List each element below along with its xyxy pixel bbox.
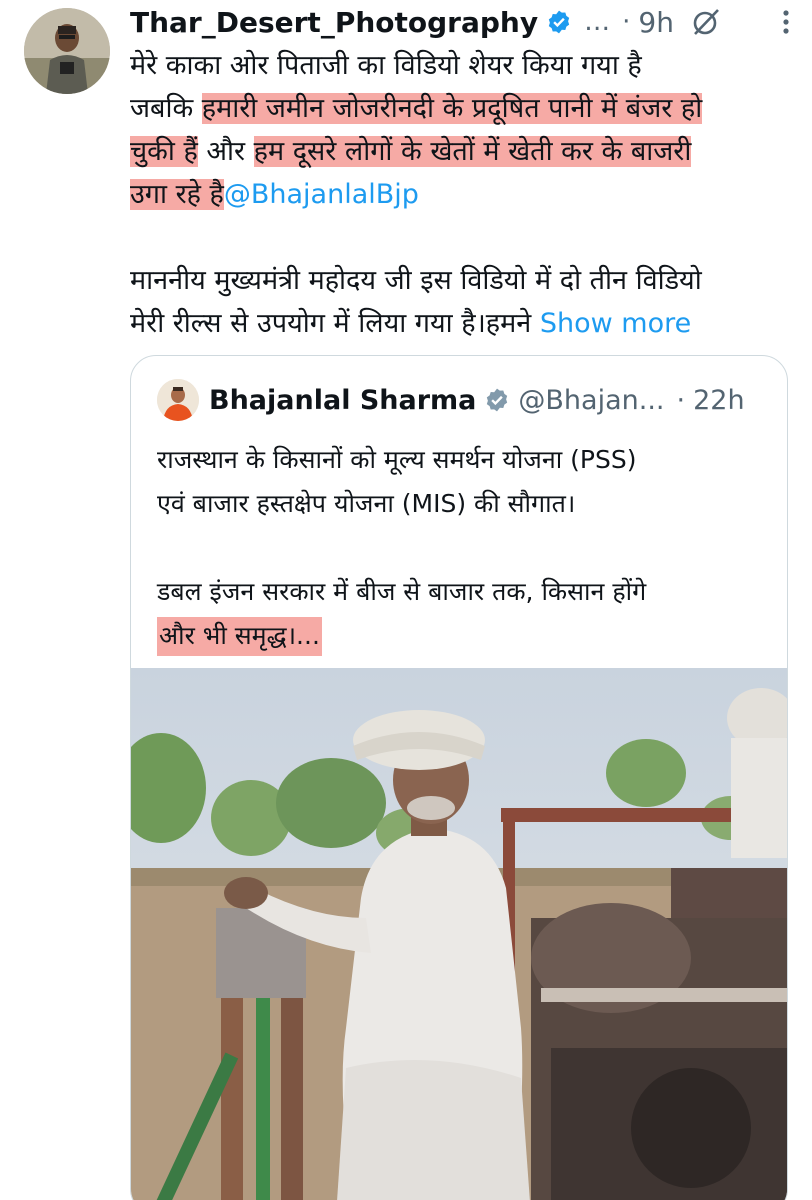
text-segment: मेरी रील्स से उपयोग में लिया गया है।हमने bbox=[130, 308, 540, 339]
meta-separator: · bbox=[676, 384, 686, 416]
tweet-text-line: जबकि हमारी जमीन जोजरीनदी के प्रदूषित पान… bbox=[130, 87, 802, 130]
verified-badge-icon bbox=[548, 10, 570, 34]
tweet-text-line: चुकी हैं और हम दूसरे लोगों के खेतों में … bbox=[130, 130, 802, 173]
quoted-tweet-header: Bhajanlal Sharma @Bhajan... · 22h bbox=[157, 378, 767, 422]
show-more-link[interactable]: Show more bbox=[540, 308, 691, 339]
text-segment: राजस्थान के किसानों को मूल्य समर्थन योजन… bbox=[157, 445, 637, 474]
tweet-text: मेरे काका ओर पिताजी का विडियो शेयर किया … bbox=[130, 44, 802, 345]
tweet-text-line: मेरे काका ओर पिताजी का विडियो शेयर किया … bbox=[130, 44, 802, 87]
quoted-tweet-card[interactable]: Bhajanlal Sharma @Bhajan... · 22h राजस्थ… bbox=[130, 355, 788, 1200]
tweet-text-line: मेरी रील्स से उपयोग में लिया गया है।हमने… bbox=[130, 302, 802, 345]
text-segment: माननीय मुख्यमंत्री महोदय जी इस विडियो मे… bbox=[130, 265, 702, 296]
text-segment: मेरे काका ओर पिताजी का विडियो शेयर किया … bbox=[130, 50, 642, 81]
meta-separator: · bbox=[622, 7, 631, 37]
tweet-time[interactable]: 9h bbox=[638, 6, 674, 39]
text-segment: एवं बाजार हस्तक्षेप योजना (MIS) की सौगात… bbox=[157, 489, 576, 518]
highlighted-text: उगा रहे है bbox=[130, 179, 224, 210]
quoted-author-avatar[interactable] bbox=[157, 379, 199, 421]
highlighted-text: हम दूसरे लोगों के खेतों में खेती कर के ब… bbox=[253, 136, 692, 167]
author-handle[interactable]: … bbox=[584, 7, 610, 37]
video-thumbnail[interactable] bbox=[131, 668, 787, 1200]
quoted-tweet-text: राजस्थान के किसानों को मूल्य समर्थन योजन… bbox=[157, 438, 777, 658]
verified-badge-icon bbox=[487, 388, 508, 412]
quoted-text-line: एवं बाजार हस्तक्षेप योजना (MIS) की सौगात… bbox=[157, 482, 777, 526]
highlighted-text: और भी समृद्ध।... bbox=[157, 617, 322, 656]
author-name[interactable]: Thar_Desert_Photography bbox=[130, 6, 538, 39]
quoted-text-line: डबल इंजन सरकार में बीज से बाजार तक, किसा… bbox=[157, 570, 777, 614]
tweet-header: Thar_Desert_Photography … · 9h bbox=[130, 2, 802, 42]
author-avatar[interactable] bbox=[24, 8, 110, 94]
highlighted-text: हमारी जमीन जोजरीनदी के प्रदूषित पानी में… bbox=[201, 93, 703, 124]
quoted-author-handle[interactable]: @Bhajan... bbox=[518, 385, 664, 416]
quoted-author-name[interactable]: Bhajanlal Sharma bbox=[209, 385, 476, 416]
more-options-icon[interactable] bbox=[770, 6, 802, 38]
grok-icon[interactable] bbox=[688, 4, 724, 40]
highlighted-text: चुकी हैं bbox=[130, 136, 198, 167]
text-segment: जबकि bbox=[130, 93, 202, 124]
quoted-text-line: राजस्थान के किसानों को मूल्य समर्थन योजन… bbox=[157, 438, 777, 482]
tweet-text-line: माननीय मुख्यमंत्री महोदय जी इस विडियो मे… bbox=[130, 259, 802, 302]
quoted-text-line: और भी समृद्ध।... bbox=[157, 614, 777, 658]
quoted-tweet-time[interactable]: 22h bbox=[693, 385, 744, 416]
mention-link[interactable]: @BhajanlalBjp bbox=[224, 179, 419, 210]
text-segment: और bbox=[197, 136, 254, 167]
text-segment: डबल इंजन सरकार में बीज से बाजार तक, किसा… bbox=[157, 577, 647, 606]
tweet-text-line: उगा रहे है@BhajanlalBjp bbox=[130, 173, 802, 216]
